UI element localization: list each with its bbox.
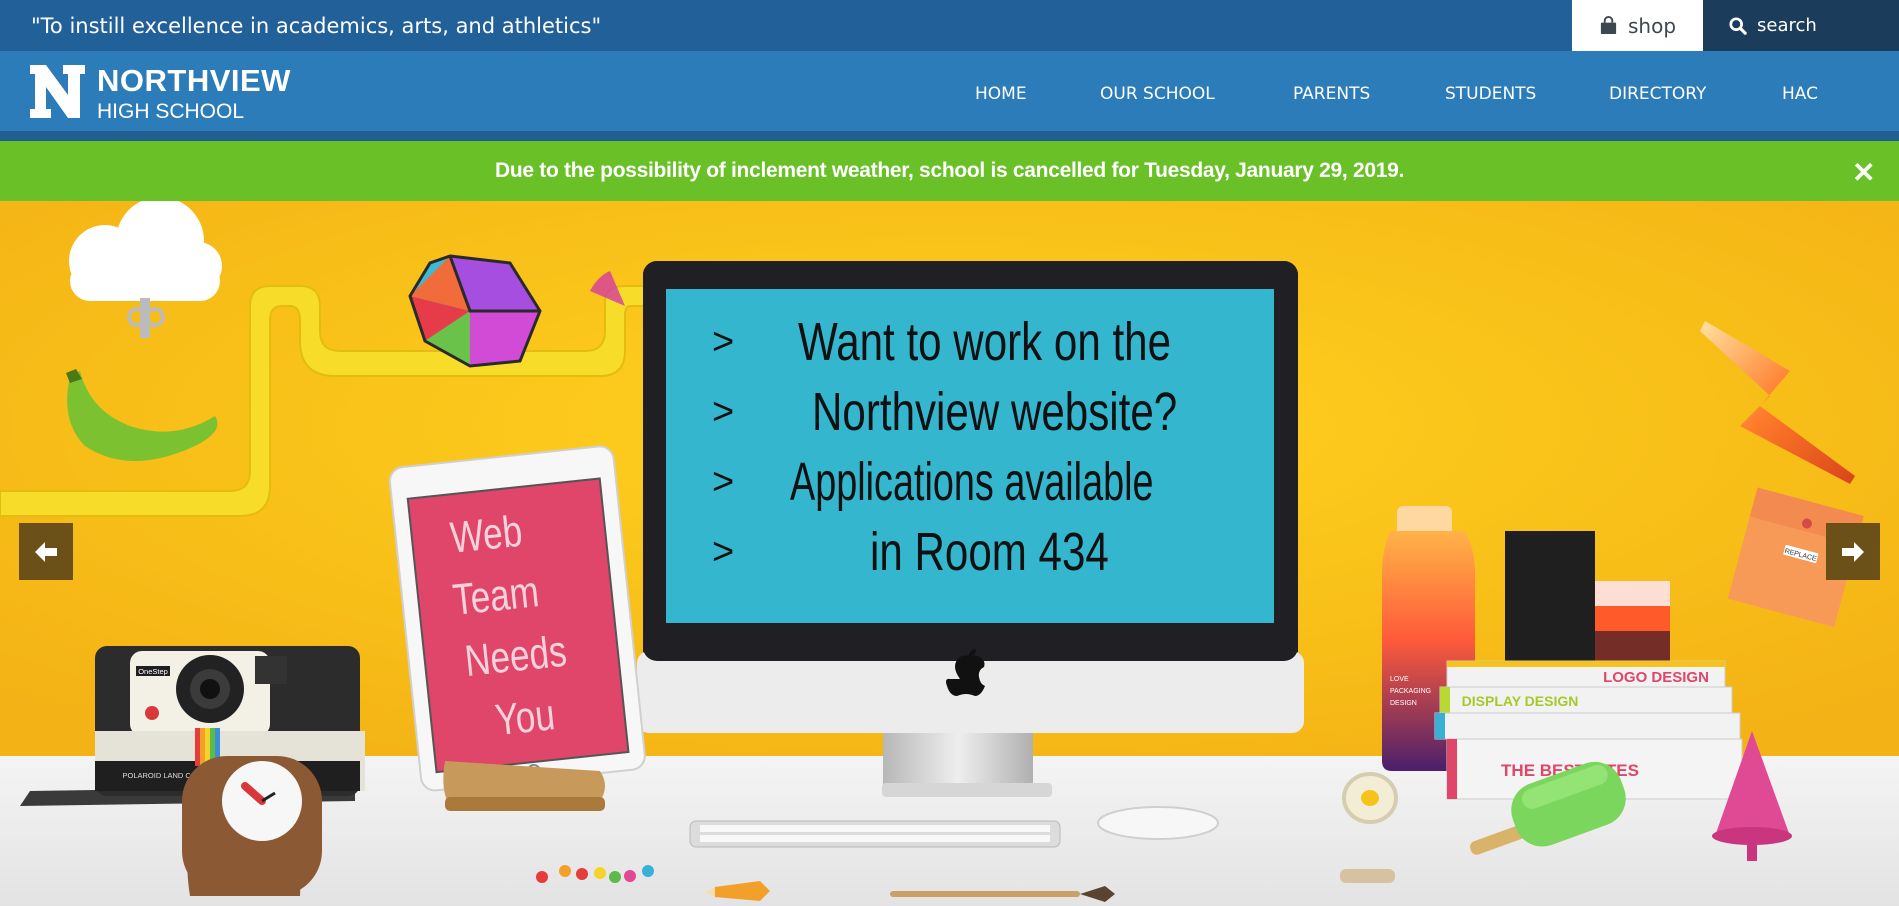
alert-message: Due to the possibility of inclement weat… bbox=[494, 159, 1405, 182]
school-name: NORTHVIEW bbox=[97, 63, 291, 98]
school-logo-link[interactable]: NORTHVIEW HIGH SCHOOL bbox=[30, 65, 291, 125]
svg-text:DESIGN: DESIGN bbox=[1390, 700, 1417, 707]
school-motto: "To instill excellence in academics, art… bbox=[31, 14, 602, 38]
tablet-line-3: Needs bbox=[462, 626, 569, 687]
monitor-line-1: Want to work on the bbox=[798, 312, 1172, 372]
svg-text:OneStep: OneStep bbox=[138, 667, 168, 676]
svg-text:LOVE: LOVE bbox=[1390, 676, 1409, 683]
monitor-bullet: > bbox=[712, 391, 735, 433]
close-icon[interactable]: ✕ bbox=[1852, 156, 1875, 189]
shop-button[interactable]: shop bbox=[1572, 0, 1703, 51]
main-header: NORTHVIEW HIGH SCHOOL HOME OUR SCHOOL PA… bbox=[0, 51, 1899, 131]
arrow-right-icon bbox=[1842, 541, 1864, 562]
search-label: search bbox=[1757, 15, 1817, 36]
tablet-line-1: Web bbox=[448, 506, 525, 563]
search-button[interactable]: search bbox=[1703, 0, 1899, 51]
monitor-line-2: Northview website? bbox=[812, 382, 1178, 442]
carousel-prev-button[interactable] bbox=[19, 523, 73, 580]
svg-text:PACKAGING: PACKAGING bbox=[1390, 688, 1431, 695]
monitor-bullet: > bbox=[712, 321, 735, 363]
tablet-message: Web Team Needs You bbox=[439, 494, 604, 755]
monitor-line-3: Applications available bbox=[790, 452, 1154, 512]
nav-students[interactable]: STUDENTS bbox=[1445, 84, 1536, 104]
search-icon bbox=[1729, 16, 1747, 35]
carousel-next-button[interactable] bbox=[1826, 523, 1880, 580]
svg-text:DISPLAY DESIGN: DISPLAY DESIGN bbox=[1462, 693, 1579, 709]
shop-label: shop bbox=[1627, 13, 1677, 38]
nav-hac[interactable]: HAC bbox=[1782, 84, 1818, 104]
school-logo-icon bbox=[30, 65, 85, 118]
nav-home[interactable]: HOME bbox=[975, 84, 1027, 104]
navbar-divider bbox=[0, 131, 1899, 141]
nav-our-school[interactable]: OUR SCHOOL bbox=[1100, 84, 1215, 104]
arrow-left-icon bbox=[35, 541, 57, 562]
svg-text:LOGO DESIGN: LOGO DESIGN bbox=[1603, 669, 1709, 686]
alert-banner: Due to the possibility of inclement weat… bbox=[0, 141, 1899, 201]
monitor-bullet: > bbox=[712, 531, 735, 573]
shopping-bag-icon bbox=[1600, 16, 1617, 35]
nav-parents[interactable]: PARENTS bbox=[1293, 84, 1370, 104]
nav-directory[interactable]: DIRECTORY bbox=[1609, 84, 1706, 104]
tablet-line-2: Team bbox=[450, 567, 542, 625]
monitor-line-4: in Room 434 bbox=[870, 522, 1109, 582]
clock-illustration bbox=[182, 756, 322, 896]
monitor-bullet: > bbox=[712, 461, 735, 503]
hero-carousel: REPLACE OneStep POLAROID LAND CAMERA LOV… bbox=[0, 201, 1899, 906]
tablet-line-4: You bbox=[492, 690, 558, 746]
top-bar: "To instill excellence in academics, art… bbox=[0, 0, 1899, 51]
school-subtitle: HIGH SCHOOL bbox=[97, 100, 245, 123]
